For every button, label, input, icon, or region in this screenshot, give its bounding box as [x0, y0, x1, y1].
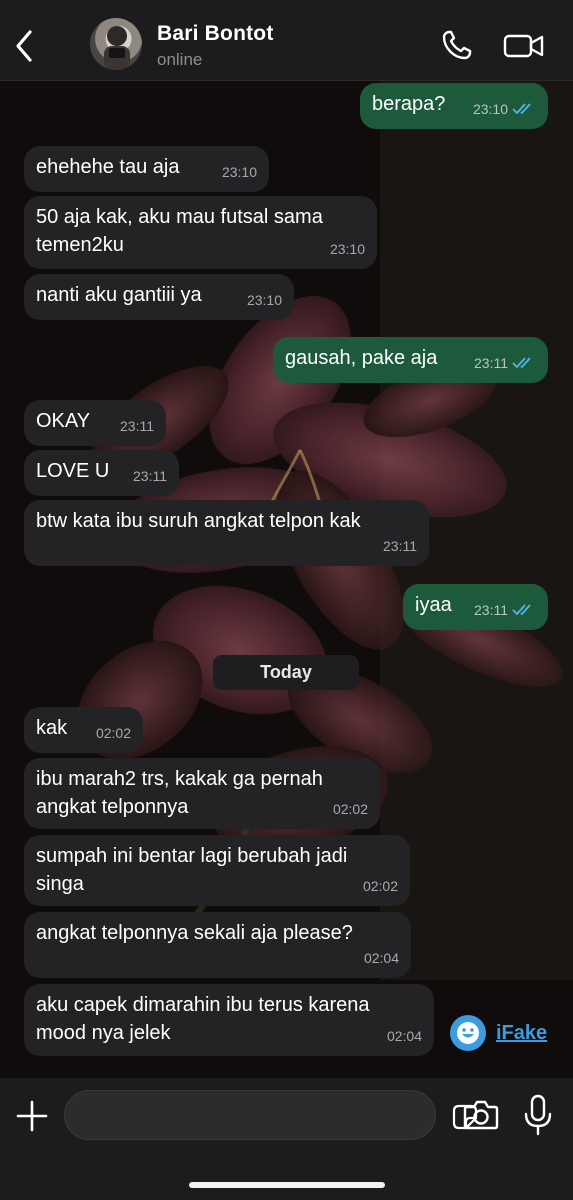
- timestamp: 23:11: [474, 355, 508, 371]
- message-time: 23:10: [473, 95, 536, 123]
- message-text: nanti aku gantiii ya: [36, 284, 202, 306]
- message-text: angkat telponnya sekali aja please?: [36, 922, 353, 944]
- message-input[interactable]: [64, 1090, 478, 1140]
- contact-name[interactable]: Bari Bontot: [157, 22, 274, 46]
- camera-icon[interactable]: [462, 1098, 500, 1132]
- message-text: btw kata ibu suruh angkat telpon kak: [36, 510, 361, 532]
- double-check-icon: [512, 103, 531, 115]
- message-bubble-incoming[interactable]: 50 aja kak, aku mau futsal sama temen2ku…: [24, 196, 377, 269]
- message-time: 23:10: [221, 164, 257, 180]
- message-time: 23:11: [120, 418, 154, 434]
- message-time: 02:02: [332, 801, 368, 817]
- microphone-icon[interactable]: [523, 1094, 553, 1136]
- plus-icon[interactable]: [14, 1098, 50, 1134]
- message-bubble-incoming[interactable]: LOVE U 23:11: [24, 450, 179, 496]
- message-bubble-outgoing[interactable]: gausah, pake aja 23:11: [273, 337, 548, 383]
- message-bubble-outgoing[interactable]: berapa? 23:10: [360, 83, 548, 129]
- message-time: 23:11: [474, 349, 536, 377]
- message-time: 23:10: [246, 292, 282, 308]
- message-bubble-incoming[interactable]: ehehehe tau aja 23:10: [24, 146, 269, 192]
- message-time: 23:11: [474, 596, 536, 624]
- message-text: ibu marah2 trs, kakak ga pernah angkat t…: [36, 768, 323, 818]
- smiley-logo-icon: [450, 1015, 486, 1051]
- message-time: 23:11: [133, 468, 167, 484]
- timestamp: 23:10: [472, 101, 508, 117]
- message-text: sumpah ini bentar lagi berubah jadi sing…: [36, 845, 348, 895]
- avatar-photo-icon: [104, 26, 130, 70]
- message-input-bar: [0, 1078, 573, 1200]
- message-bubble-incoming[interactable]: kak 02:02: [24, 707, 143, 753]
- message-time: 23:11: [383, 538, 417, 554]
- message-text: aku capek dimarahin ibu terus karena moo…: [36, 994, 370, 1044]
- date-divider: Today: [213, 655, 359, 690]
- double-check-icon: [512, 357, 531, 369]
- message-bubble-incoming[interactable]: btw kata ibu suruh angkat telpon kak 23:…: [24, 500, 429, 566]
- message-bubble-outgoing[interactable]: iyaa 23:11: [403, 584, 548, 630]
- video-camera-icon[interactable]: [503, 31, 545, 61]
- phone-icon[interactable]: [440, 28, 474, 62]
- ifake-watermark: iFake: [450, 1015, 547, 1051]
- message-bubble-incoming[interactable]: angkat telponnya sekali aja please? 02:0…: [24, 912, 411, 978]
- home-indicator[interactable]: [189, 1182, 385, 1188]
- message-bubble-incoming[interactable]: nanti aku gantiii ya 23:10: [24, 274, 294, 320]
- watermark-text: iFake: [496, 1021, 548, 1044]
- message-time: 02:04: [363, 950, 399, 966]
- message-time: 23:10: [329, 241, 365, 257]
- message-time: 02:04: [386, 1028, 422, 1044]
- message-bubble-incoming[interactable]: aku capek dimarahin ibu terus karena moo…: [24, 984, 434, 1056]
- contact-status: online: [157, 50, 203, 69]
- double-check-icon: [512, 604, 531, 616]
- message-time: 02:02: [362, 878, 398, 894]
- message-time: 02:02: [95, 725, 131, 741]
- message-bubble-incoming[interactable]: ibu marah2 trs, kakak ga pernah angkat t…: [24, 758, 380, 829]
- back-arrow-icon[interactable]: [8, 24, 44, 68]
- message-bubble-incoming[interactable]: sumpah ini bentar lagi berubah jadi sing…: [24, 835, 410, 906]
- message-text: 50 aja kak, aku mau futsal sama temen2ku: [36, 206, 323, 256]
- avatar[interactable]: [90, 18, 142, 70]
- message-bubble-incoming[interactable]: OKAY 23:11: [24, 400, 166, 446]
- timestamp: 23:11: [474, 602, 508, 618]
- chat-header: Bari Bontot online: [0, 0, 573, 81]
